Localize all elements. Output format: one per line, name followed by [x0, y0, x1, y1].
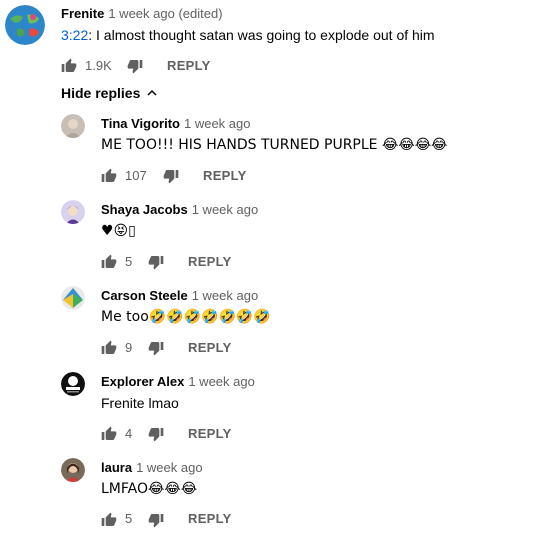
reply-text: Me too🤣🤣🤣🤣🤣🤣🤣: [101, 309, 271, 325]
comment-time[interactable]: 1 week ago: [192, 202, 259, 217]
reply-text: ME TOO!!! HIS HANDS TURNED PURPLE 😂😂😂😂: [101, 137, 448, 153]
thumbs-up-icon[interactable]: [101, 512, 117, 528]
reply-text: ♥😝▯: [101, 223, 136, 239]
like-count: 5: [125, 254, 133, 269]
like-count: 107: [125, 168, 147, 183]
reply-text: LMFAO😂😂😂: [101, 481, 198, 497]
reply-header: Carson Steele 1 week ago: [101, 287, 258, 305]
chevron-up-icon: [146, 86, 158, 102]
author-name[interactable]: Frenite: [61, 6, 104, 21]
thumbs-down-icon[interactable]: [148, 426, 164, 442]
thumbs-down-icon[interactable]: [127, 58, 143, 74]
comment-text-body: : I almost thought satan was going to ex…: [88, 27, 435, 43]
reply-header: Explorer Alex 1 week ago: [101, 373, 255, 391]
thumbs-up-icon[interactable]: [101, 340, 117, 356]
comment-time[interactable]: 1 week ago (edited): [108, 6, 222, 21]
reply-text: Frenite lmao: [101, 395, 179, 411]
author-name[interactable]: Carson Steele: [101, 288, 188, 303]
avatar[interactable]: [61, 372, 85, 396]
avatar[interactable]: [61, 286, 85, 310]
like-count: 1.9K: [85, 58, 112, 73]
comment-time[interactable]: 1 week ago: [188, 374, 255, 389]
author-name[interactable]: Shaya Jacobs: [101, 202, 188, 217]
thumbs-down-icon[interactable]: [148, 340, 164, 356]
avatar[interactable]: [61, 458, 85, 482]
reply-button[interactable]: REPLY: [188, 426, 232, 441]
timestamp-link[interactable]: 3:22: [61, 27, 88, 43]
comment-time[interactable]: 1 week ago: [136, 460, 203, 475]
reply-button[interactable]: REPLY: [203, 168, 247, 183]
author-name[interactable]: Tina Vigorito: [101, 116, 180, 131]
comment-time[interactable]: 1 week ago: [184, 116, 251, 131]
reply-button[interactable]: REPLY: [188, 340, 232, 355]
like-count: 9: [125, 340, 133, 355]
comment-header: Frenite 1 week ago (edited): [61, 5, 223, 23]
comment-time[interactable]: 1 week ago: [192, 288, 259, 303]
avatar[interactable]: [61, 114, 85, 138]
thumbs-up-icon[interactable]: [101, 254, 117, 270]
thumbs-down-icon[interactable]: [148, 254, 164, 270]
hide-replies-label: Hide replies: [61, 85, 141, 101]
comment-text: 3:22: I almost thought satan was going t…: [61, 27, 435, 43]
reply-header: laura 1 week ago: [101, 459, 203, 477]
thumbs-up-icon[interactable]: [61, 58, 77, 74]
like-count: 4: [125, 426, 133, 441]
thumbs-up-icon[interactable]: [101, 426, 117, 442]
reply-button[interactable]: REPLY: [167, 58, 211, 73]
reply-header: Tina Vigorito 1 week ago: [101, 115, 250, 133]
hide-replies-button[interactable]: Hide replies: [61, 85, 158, 102]
thumbs-down-icon[interactable]: [148, 512, 164, 528]
avatar[interactable]: [5, 5, 45, 45]
thumbs-up-icon[interactable]: [101, 168, 117, 184]
avatar[interactable]: [61, 200, 85, 224]
reply-header: Shaya Jacobs 1 week ago: [101, 201, 258, 219]
author-name[interactable]: Explorer Alex: [101, 374, 184, 389]
reply-button[interactable]: REPLY: [188, 254, 232, 269]
author-name[interactable]: laura: [101, 460, 132, 475]
thumbs-down-icon[interactable]: [163, 168, 179, 184]
